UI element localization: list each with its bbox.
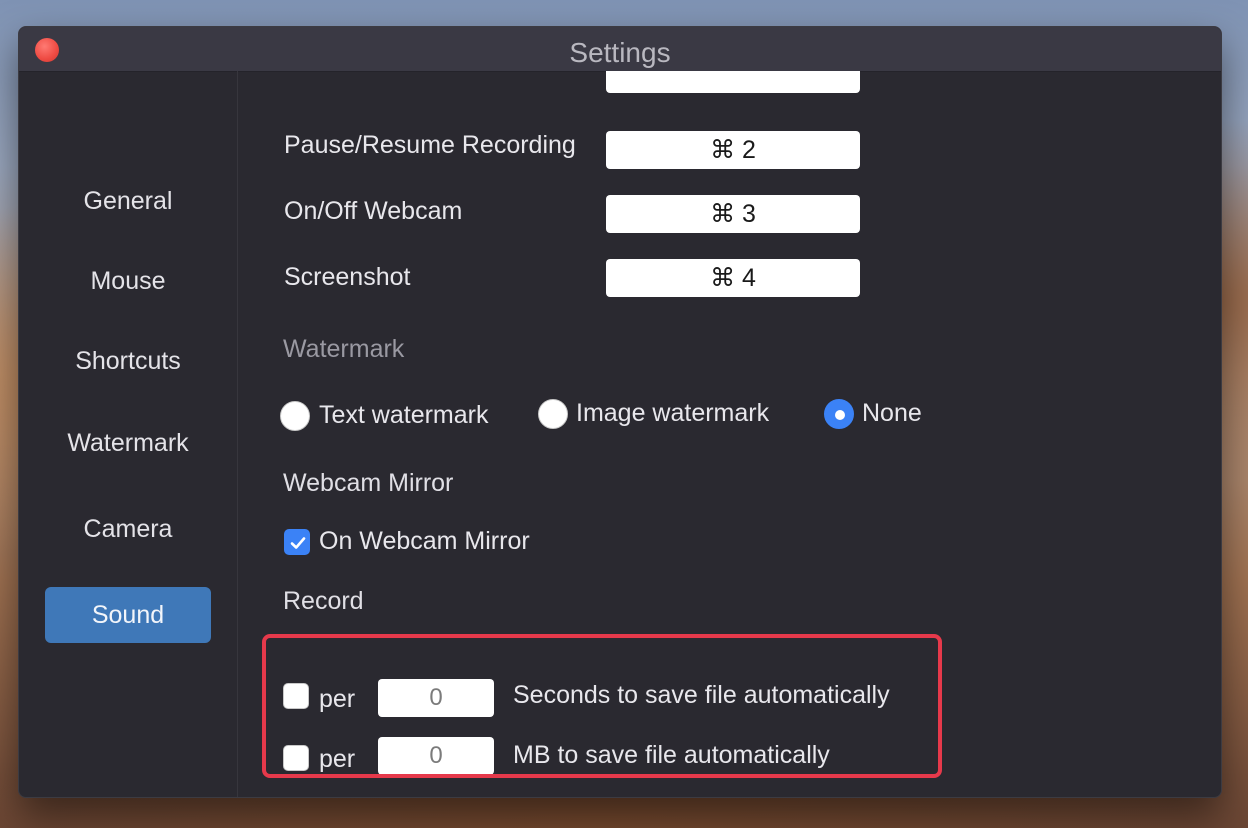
radio-label-none[interactable]: None	[862, 399, 922, 428]
highlight-box	[262, 634, 942, 778]
webcam-mirror-checkbox-label[interactable]: On Webcam Mirror	[319, 527, 530, 556]
sidebar-item-sound[interactable]: Sound	[45, 587, 211, 643]
sidebar-item-mouse[interactable]: Mouse	[45, 253, 211, 309]
record-heading: Record	[283, 587, 364, 615]
radio-image-watermark[interactable]	[538, 399, 568, 429]
sidebar-item-general[interactable]: General	[45, 173, 211, 229]
shortcut-key-pause-resume[interactable]: ⌘ 2	[606, 131, 860, 169]
shortcut-key-webcam[interactable]: ⌘ 3	[606, 195, 860, 233]
sidebar-item-camera[interactable]: Camera	[45, 501, 211, 557]
watermark-heading: Watermark	[283, 335, 405, 363]
settings-sidebar: General Mouse Shortcuts Watermark Camera…	[19, 71, 238, 797]
checkmark-icon	[290, 537, 306, 549]
radio-label-image-watermark[interactable]: Image watermark	[576, 399, 769, 428]
shortcut-key-screenshot[interactable]: ⌘ 4	[606, 259, 860, 297]
shortcut-key-field-hidden[interactable]	[606, 71, 860, 93]
shortcut-label-webcam: On/Off Webcam	[284, 197, 463, 225]
sidebar-item-shortcuts[interactable]: Shortcuts	[45, 333, 211, 389]
sidebar-item-watermark[interactable]: Watermark	[45, 415, 211, 471]
webcam-mirror-heading: Webcam Mirror	[283, 469, 454, 497]
shortcut-label-screenshot: Screenshot	[284, 263, 411, 291]
radio-text-watermark[interactable]	[280, 401, 310, 431]
title-bar: Settings	[19, 27, 1221, 72]
shortcut-label-pause-resume: Pause/Resume Recording	[284, 131, 576, 159]
webcam-mirror-checkbox[interactable]	[284, 529, 310, 555]
window-title: Settings	[569, 37, 671, 68]
radio-label-text-watermark[interactable]: Text watermark	[319, 401, 488, 430]
radio-none[interactable]	[824, 399, 854, 429]
